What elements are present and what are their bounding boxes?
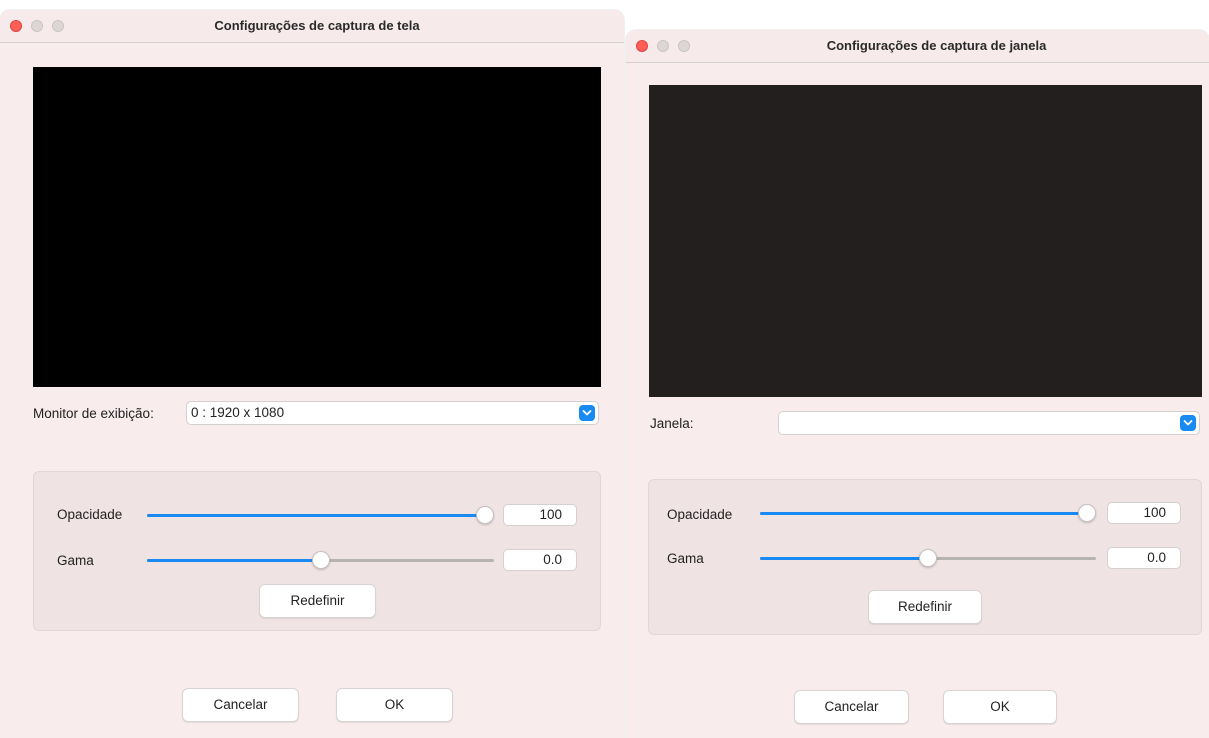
- ok-button[interactable]: OK: [336, 688, 453, 722]
- gamma-slider[interactable]: [760, 548, 1096, 568]
- cancel-button[interactable]: Cancelar: [182, 688, 299, 722]
- title-bar: Configurações de captura de janela: [626, 30, 1209, 63]
- slider-thumb[interactable]: [476, 506, 494, 524]
- slider-fill: [147, 514, 485, 517]
- opacity-label: Opacidade: [667, 507, 733, 522]
- adjustments-panel: Opacidade 100 Gama 0.0 Redefinir: [33, 471, 601, 631]
- chevron-down-icon[interactable]: [1180, 415, 1196, 431]
- opacity-slider[interactable]: [760, 503, 1096, 523]
- slider-thumb[interactable]: [311, 551, 330, 569]
- capture-preview: [649, 85, 1202, 397]
- gamma-label: Gama: [57, 553, 94, 568]
- ok-button[interactable]: OK: [943, 690, 1057, 724]
- slider-fill: [760, 557, 928, 560]
- gamma-slider[interactable]: [147, 550, 494, 570]
- window-title: Configurações de captura de tela: [214, 18, 420, 33]
- screen-capture-settings-window: Configurações de captura de tela Monitor…: [0, 10, 624, 738]
- opacity-value-field[interactable]: 100: [503, 504, 577, 526]
- opacity-slider[interactable]: [147, 505, 494, 525]
- source-label: Janela:: [650, 416, 694, 431]
- slider-fill: [760, 512, 1087, 515]
- adjustments-panel: Opacidade 100 Gama 0.0 Redefinir: [648, 479, 1202, 635]
- window-title: Configurações de captura de janela: [826, 38, 1047, 53]
- opacity-label: Opacidade: [57, 507, 123, 522]
- reset-button[interactable]: Redefinir: [868, 590, 982, 624]
- gamma-value-field[interactable]: 0.0: [503, 549, 577, 571]
- title-bar: Configurações de captura de tela: [0, 10, 624, 43]
- chevron-down-icon[interactable]: [579, 405, 595, 421]
- source-label: Monitor de exibição:: [33, 406, 154, 421]
- gamma-value-field[interactable]: 0.0: [1107, 547, 1181, 569]
- cancel-button[interactable]: Cancelar: [794, 690, 909, 724]
- slider-thumb[interactable]: [1078, 504, 1096, 522]
- slider-thumb[interactable]: [919, 549, 937, 567]
- opacity-value-field[interactable]: 100: [1107, 502, 1181, 524]
- monitor-select-value: 0 : 1920 x 1080: [191, 405, 285, 420]
- slider-fill: [147, 559, 321, 562]
- monitor-select[interactable]: 0 : 1920 x 1080: [186, 401, 599, 425]
- gamma-label: Gama: [667, 551, 704, 566]
- capture-preview: [33, 67, 601, 387]
- window-capture-settings-window: Configurações de captura de janela Janel…: [626, 30, 1209, 738]
- window-select[interactable]: [778, 411, 1200, 435]
- reset-button[interactable]: Redefinir: [259, 584, 376, 618]
